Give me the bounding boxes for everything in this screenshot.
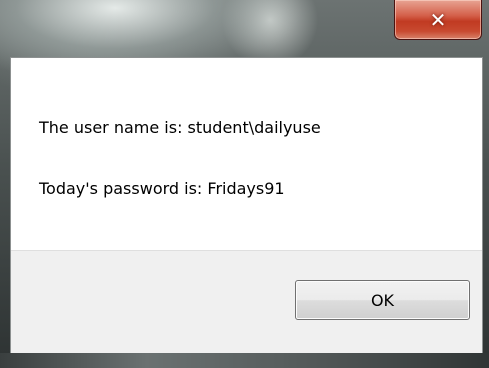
message-area: The user name is: student\dailyuse Today…: [11, 58, 482, 250]
close-button[interactable]: ✕: [394, 0, 482, 40]
username-message: The user name is: student\dailyuse: [39, 118, 321, 137]
ok-button[interactable]: OK: [295, 280, 470, 320]
close-icon: ✕: [429, 7, 447, 32]
password-message: Today's password is: Fridays91: [39, 179, 285, 198]
dialog-client-area: The user name is: student\dailyuse Today…: [10, 57, 483, 353]
button-bar: OK: [11, 250, 482, 353]
message-box-window: ✕ The user name is: student\dailyuse Tod…: [0, 0, 489, 368]
window-bottom-frame: [0, 353, 489, 368]
